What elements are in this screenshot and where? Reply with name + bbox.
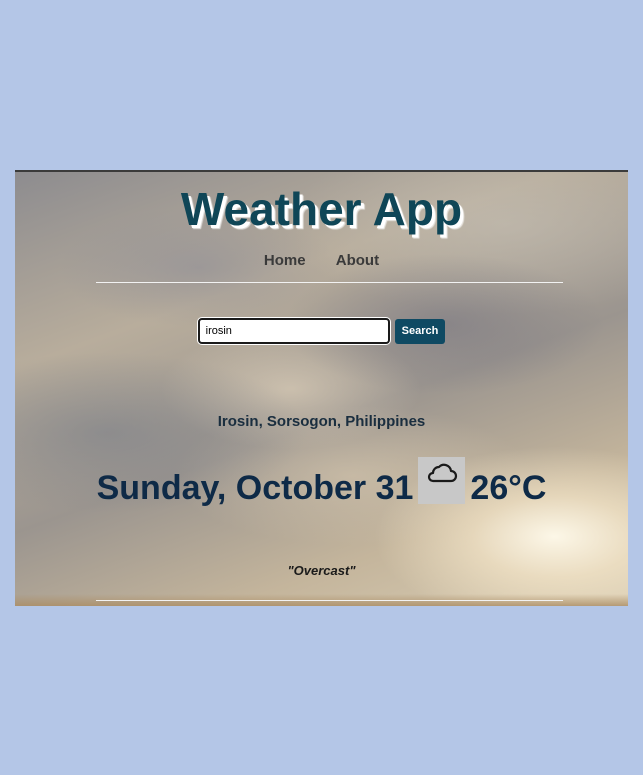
search-button[interactable]: Search [394, 318, 446, 344]
search-form: Search [15, 318, 628, 344]
nav-about-link[interactable]: About [336, 252, 379, 269]
condition-label: "Overcast" [287, 563, 356, 578]
nav-home-link[interactable]: Home [264, 252, 306, 269]
weather-icon-box [418, 456, 466, 504]
page: Weather App Home About Search Irosin, So… [0, 0, 643, 775]
weather-card: Weather App Home About Search Irosin, So… [15, 170, 628, 606]
cloud-icon [427, 463, 457, 482]
location-label: Irosin, Sorsogon, Philippines [217, 413, 426, 430]
search-input[interactable] [197, 318, 390, 344]
weather-summary: Sunday, October 31 26°C [15, 456, 628, 512]
nav-bar: Home About [15, 252, 628, 269]
bottom-divider [96, 600, 563, 601]
temperature-label: 26°C [470, 468, 547, 507]
app-title: Weather App [180, 183, 463, 235]
top-divider [96, 282, 563, 283]
date-label: Sunday, October 31 [96, 468, 414, 507]
